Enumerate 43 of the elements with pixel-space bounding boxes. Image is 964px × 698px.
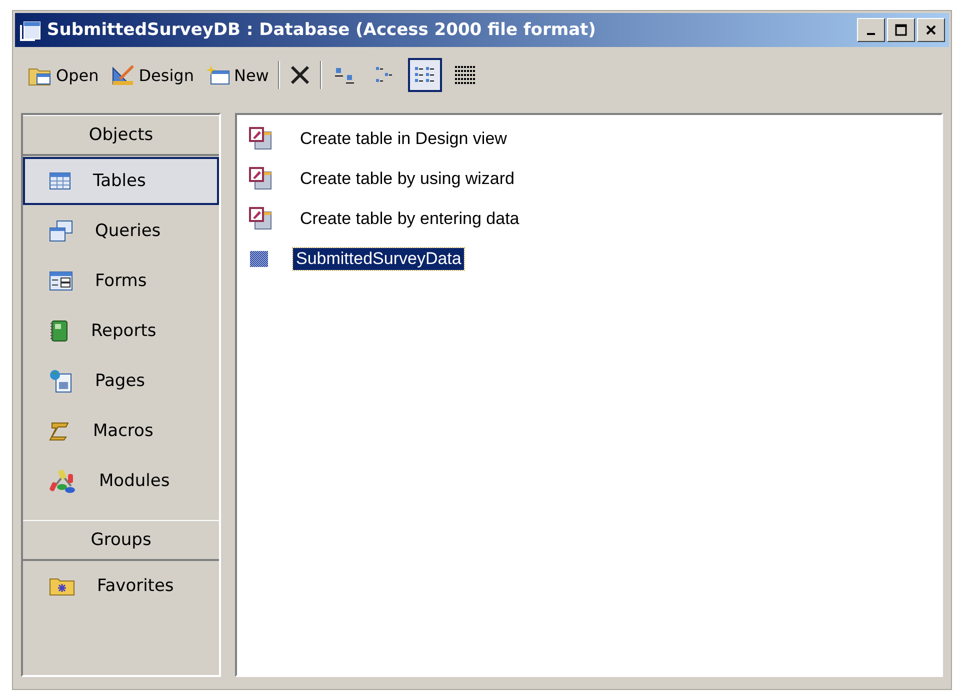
object-item[interactable]: Favorites [23,562,219,610]
object-item[interactable]: Tables [23,157,219,205]
object-item[interactable]: Reports [23,307,219,355]
list-item[interactable]: Create table by entering data [243,199,935,239]
star-folder-icon [49,576,75,596]
minimize-button[interactable] [857,18,885,42]
design-button[interactable]: Design [108,61,197,89]
list-view-icon [414,65,436,85]
close-icon [925,24,937,36]
close-button[interactable] [917,18,945,42]
maximize-icon [895,24,907,36]
stacked-tables-icon [49,220,73,242]
object-item[interactable]: Pages [23,357,219,405]
scroll-icon [49,421,71,441]
large-icons-icon [334,65,356,85]
maximize-button[interactable] [887,18,915,42]
shortcut-icon [249,207,273,231]
minimize-icon [867,33,875,35]
details-view-icon [454,65,476,85]
delete-icon [288,64,311,86]
list-item[interactable]: Create table by using wizard [243,159,935,199]
section-header[interactable]: Groups [23,520,219,561]
open-button[interactable]: Open [25,61,102,89]
window-title: SubmittedSurveyDB : Database (Access 2000 file format) [47,20,597,40]
object-item[interactable]: Macros [23,407,219,455]
database-icon [19,19,41,41]
table-icon [49,172,71,190]
list-item[interactable]: Create table in Design view [243,119,935,159]
modules-icon [49,468,77,494]
table-icon [249,250,269,268]
new-button[interactable]: New [202,61,272,89]
object-item[interactable]: Queries [23,207,219,255]
web-page-icon [49,369,73,393]
list-item[interactable]: SubmittedSurveyData [243,239,935,279]
ruler-pencil-icon [110,64,135,86]
book-icon [49,320,69,342]
shortcut-icon [249,167,273,191]
object-item[interactable]: Modules [23,457,219,505]
new-table-icon [206,64,230,86]
shortcut-icon [249,127,273,151]
form-icon [49,271,73,291]
view-button[interactable] [408,58,442,92]
object-item[interactable]: Forms [23,257,219,305]
